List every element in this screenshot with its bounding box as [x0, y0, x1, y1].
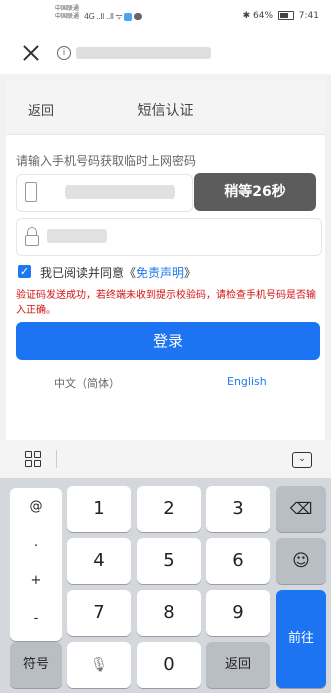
key-7[interactable]: 7	[67, 590, 131, 636]
phone-prompt: 请输入手机号码获取临时上网密码	[16, 154, 197, 168]
lock-icon	[25, 227, 39, 246]
url-field[interactable]	[76, 47, 211, 59]
key-8[interactable]: 8	[137, 590, 201, 636]
sms-auth-page: 返回 短信认证 请输入手机号码获取临时上网密码 稍等26秒 ✓ 我已阅读并同意《…	[6, 80, 325, 440]
keyboard-toolbar: ⌄	[0, 440, 331, 478]
language-english-link[interactable]: English	[227, 375, 267, 388]
agreement-suffix: 》	[184, 266, 197, 280]
carrier-line-1: 中国联通	[55, 5, 80, 12]
toolbar-divider	[56, 450, 57, 468]
key-minus[interactable]: -	[10, 604, 62, 634]
battery-percent: 64%	[253, 11, 274, 21]
browser-bar: i	[0, 34, 331, 74]
phone-icon	[25, 182, 37, 202]
key-dot[interactable]: .	[10, 528, 62, 558]
key-plus[interactable]: +	[10, 566, 62, 596]
app-notification-icon	[124, 12, 133, 21]
key-4[interactable]: 4	[67, 538, 131, 584]
message-notification-icon	[134, 13, 143, 20]
phone-number-value	[65, 185, 175, 199]
keyboard-back-key[interactable]: 返回	[206, 642, 270, 688]
key-1[interactable]: 1	[67, 486, 131, 532]
info-icon[interactable]: i	[57, 46, 71, 60]
login-button[interactable]: 登录	[16, 322, 320, 360]
language-chinese-link[interactable]: 中文（简体）	[54, 375, 120, 391]
status-bar: 中国联通 中国联通 4G ..ll ..ll ᯤ ✱ 64% 7:41	[0, 0, 331, 34]
microphone-icon[interactable]: 🎙	[67, 642, 131, 688]
keyboard-hide-icon[interactable]: ⌄	[292, 452, 312, 468]
key-9[interactable]: 9	[206, 590, 270, 636]
go-button[interactable]: 前往	[276, 590, 326, 688]
backspace-icon[interactable]: ⌫	[276, 486, 326, 532]
phone-number-field[interactable]	[16, 174, 193, 212]
key-at[interactable]: @	[10, 492, 62, 522]
verification-code-value	[47, 229, 107, 243]
key-5[interactable]: 5	[137, 538, 201, 584]
page-title: 短信认证	[137, 103, 194, 119]
key-2[interactable]: 2	[137, 486, 201, 532]
emoji-icon[interactable]: ☺	[276, 538, 326, 584]
clock: 7:41	[298, 11, 319, 21]
verification-code-field[interactable]	[16, 218, 322, 256]
status-right: ✱ 64% 7:41	[243, 11, 319, 21]
numeric-keyboard: ⌄ @ . + - 1 2 3 ⌫ 4 5 6 ☺ 7 8 9 前往 符号 🎙 …	[0, 440, 331, 693]
key-3[interactable]: 3	[206, 486, 270, 532]
grid-icon[interactable]	[25, 451, 41, 467]
key-6[interactable]: 6	[206, 538, 270, 584]
carrier-label: 中国联通 中国联通	[55, 5, 79, 21]
signal-strength-icon: 4G ..ll ..ll ᯤ	[84, 12, 123, 21]
battery-icon	[277, 11, 294, 20]
symbol-column: @ . + -	[10, 488, 62, 641]
sms-status-message: 验证码发送成功，若终端未收到提示校验码，请检查手机号码是否输入正确。	[16, 290, 316, 316]
key-0[interactable]: 0	[137, 642, 201, 688]
disclaimer-link[interactable]: 免责声明	[136, 266, 184, 280]
bluetooth-icon: ✱	[242, 11, 251, 21]
agreement-text: 我已阅读并同意《免责声明》	[40, 264, 196, 281]
agreement-prefix: 我已阅读并同意《	[40, 266, 137, 280]
carrier-line-2: 中国联通	[55, 13, 80, 20]
close-icon[interactable]	[20, 42, 42, 64]
get-code-button[interactable]: 稍等26秒	[194, 173, 316, 211]
signal-icons: 4G ..ll ..ll ᯤ	[84, 11, 143, 22]
page-header: 返回 短信认证	[6, 80, 325, 135]
agree-checkbox[interactable]: ✓	[18, 265, 31, 278]
symbol-key[interactable]: 符号	[10, 642, 62, 688]
